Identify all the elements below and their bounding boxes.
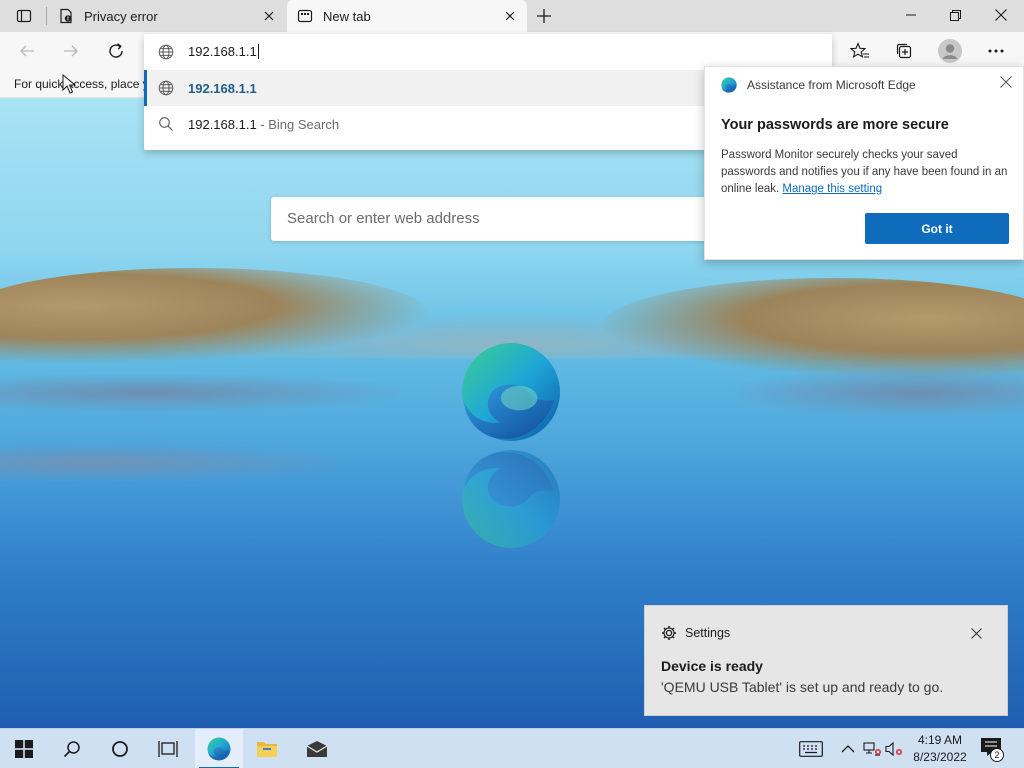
mail-icon: [306, 741, 328, 757]
taskbar-mail[interactable]: [293, 729, 341, 768]
minimize-button[interactable]: [888, 0, 934, 30]
star-list-icon: [850, 42, 869, 58]
background-hill-left: [0, 268, 430, 363]
plus-icon: [537, 9, 551, 23]
taskbar-search-button[interactable]: [48, 729, 96, 768]
tab-strip: Privacy error New tab: [0, 0, 1024, 32]
suggestion-label: 192.168.1.1 - Bing Search: [188, 117, 340, 132]
toast-app-name: Settings: [685, 626, 731, 640]
tab-title: Privacy error: [84, 8, 158, 24]
profile-button[interactable]: [935, 37, 965, 65]
edge-icon: [207, 737, 231, 761]
clock-time: 4:19 AM: [917, 733, 963, 747]
favorites-bar-hint: For quick access, place y: [14, 77, 149, 91]
file-explorer-icon: [257, 742, 277, 757]
ntp-search-box[interactable]: Search or enter web address: [271, 197, 753, 241]
edge-logo-icon: [462, 343, 560, 441]
ntp-search-placeholder: Search or enter web address: [287, 210, 480, 227]
tab-privacy-error[interactable]: Privacy error: [46, 0, 286, 32]
taskbar-edge[interactable]: [195, 729, 243, 768]
popup-header: Assistance from Microsoft Edge: [747, 78, 916, 92]
keyboard-icon: [799, 741, 823, 757]
popup-close-button[interactable]: [997, 73, 1015, 91]
forward-arrow-icon: [64, 45, 78, 57]
toast-close-button[interactable]: [967, 624, 985, 642]
task-view-button[interactable]: [144, 729, 192, 768]
favorites-button[interactable]: [845, 37, 875, 65]
globe-icon: [158, 80, 174, 96]
network-icon: [863, 742, 881, 756]
back-arrow-icon: [20, 45, 34, 57]
touch-keyboard-button[interactable]: [798, 739, 824, 759]
privacy-error-icon: [58, 8, 74, 24]
settings-more-button[interactable]: [981, 37, 1011, 65]
task-view-icon: [158, 741, 178, 757]
address-bar[interactable]: 192.168.1.1: [144, 34, 832, 70]
notification-count-badge: 2: [990, 748, 1004, 762]
start-button[interactable]: [0, 729, 48, 768]
close-tab-button[interactable]: [501, 7, 519, 25]
tab-actions-button[interactable]: [6, 4, 42, 28]
refresh-button[interactable]: [101, 37, 131, 65]
gear-icon: [662, 626, 676, 640]
background-sandbar: [0, 373, 420, 413]
restore-icon: [949, 9, 961, 21]
clock-date: 8/23/2022: [913, 750, 967, 764]
forward-button[interactable]: [56, 37, 86, 65]
minimize-icon: [906, 14, 916, 16]
show-hidden-icons-button[interactable]: [838, 739, 858, 759]
close-icon: [1000, 76, 1012, 88]
close-tab-button[interactable]: [260, 7, 278, 25]
network-button[interactable]: [862, 739, 882, 759]
taskbar-file-explorer[interactable]: [243, 729, 291, 768]
restore-button[interactable]: [932, 0, 978, 30]
suggestion-suffix: - Bing Search: [256, 117, 340, 132]
more-icon: [988, 49, 1004, 53]
tab-title: New tab: [323, 8, 371, 24]
refresh-icon: [109, 43, 123, 58]
globe-icon: [158, 44, 174, 60]
toast-message: 'QEMU USB Tablet' is set up and ready to…: [661, 679, 944, 695]
search-icon: [63, 741, 80, 758]
back-button[interactable]: [12, 37, 42, 65]
tab-actions-icon: [16, 9, 32, 23]
start-icon: [15, 740, 33, 758]
edge-logo-icon: [721, 77, 737, 93]
close-icon: [264, 11, 274, 21]
close-icon: [995, 9, 1007, 21]
tab-new-tab[interactable]: New tab: [287, 0, 527, 32]
cortana-icon: [112, 741, 128, 757]
cortana-button[interactable]: [96, 729, 144, 768]
volume-button[interactable]: [884, 739, 904, 759]
edge-logo-reflection: [462, 450, 560, 548]
suggestion-label: 192.168.1.1: [188, 81, 257, 96]
popup-body: Password Monitor securely checks your sa…: [721, 149, 1008, 195]
new-tab-button[interactable]: [532, 4, 556, 28]
collections-button[interactable]: [889, 37, 919, 65]
new-tab-icon: [297, 8, 313, 24]
edge-assistance-popup: Assistance from Microsoft Edge Your pass…: [704, 66, 1024, 260]
close-icon: [505, 11, 515, 21]
manage-setting-link[interactable]: Manage this setting: [782, 183, 882, 195]
notification-toast[interactable]: Settings Device is ready 'QEMU USB Table…: [644, 605, 1008, 716]
taskbar: 4:19 AM 8/23/2022 2: [0, 728, 1024, 768]
mouse-cursor-icon: [62, 74, 76, 94]
close-window-button[interactable]: [978, 0, 1024, 30]
clock[interactable]: 4:19 AM 8/23/2022: [906, 732, 974, 766]
speaker-muted-icon: [885, 741, 902, 757]
got-it-button[interactable]: Got it: [865, 213, 1009, 244]
chevron-up-icon: [841, 745, 855, 753]
background-sandbar: [0, 443, 360, 483]
collections-icon: [896, 43, 912, 59]
background-sandbar: [720, 368, 1024, 418]
toast-title: Device is ready: [661, 658, 763, 674]
close-icon: [970, 627, 982, 639]
avatar-icon: [938, 39, 962, 63]
search-icon: [159, 117, 173, 131]
background-hill-right: [600, 278, 1024, 378]
address-bar-text: 192.168.1.1: [188, 44, 259, 59]
popup-title: Your passwords are more secure: [721, 117, 949, 133]
